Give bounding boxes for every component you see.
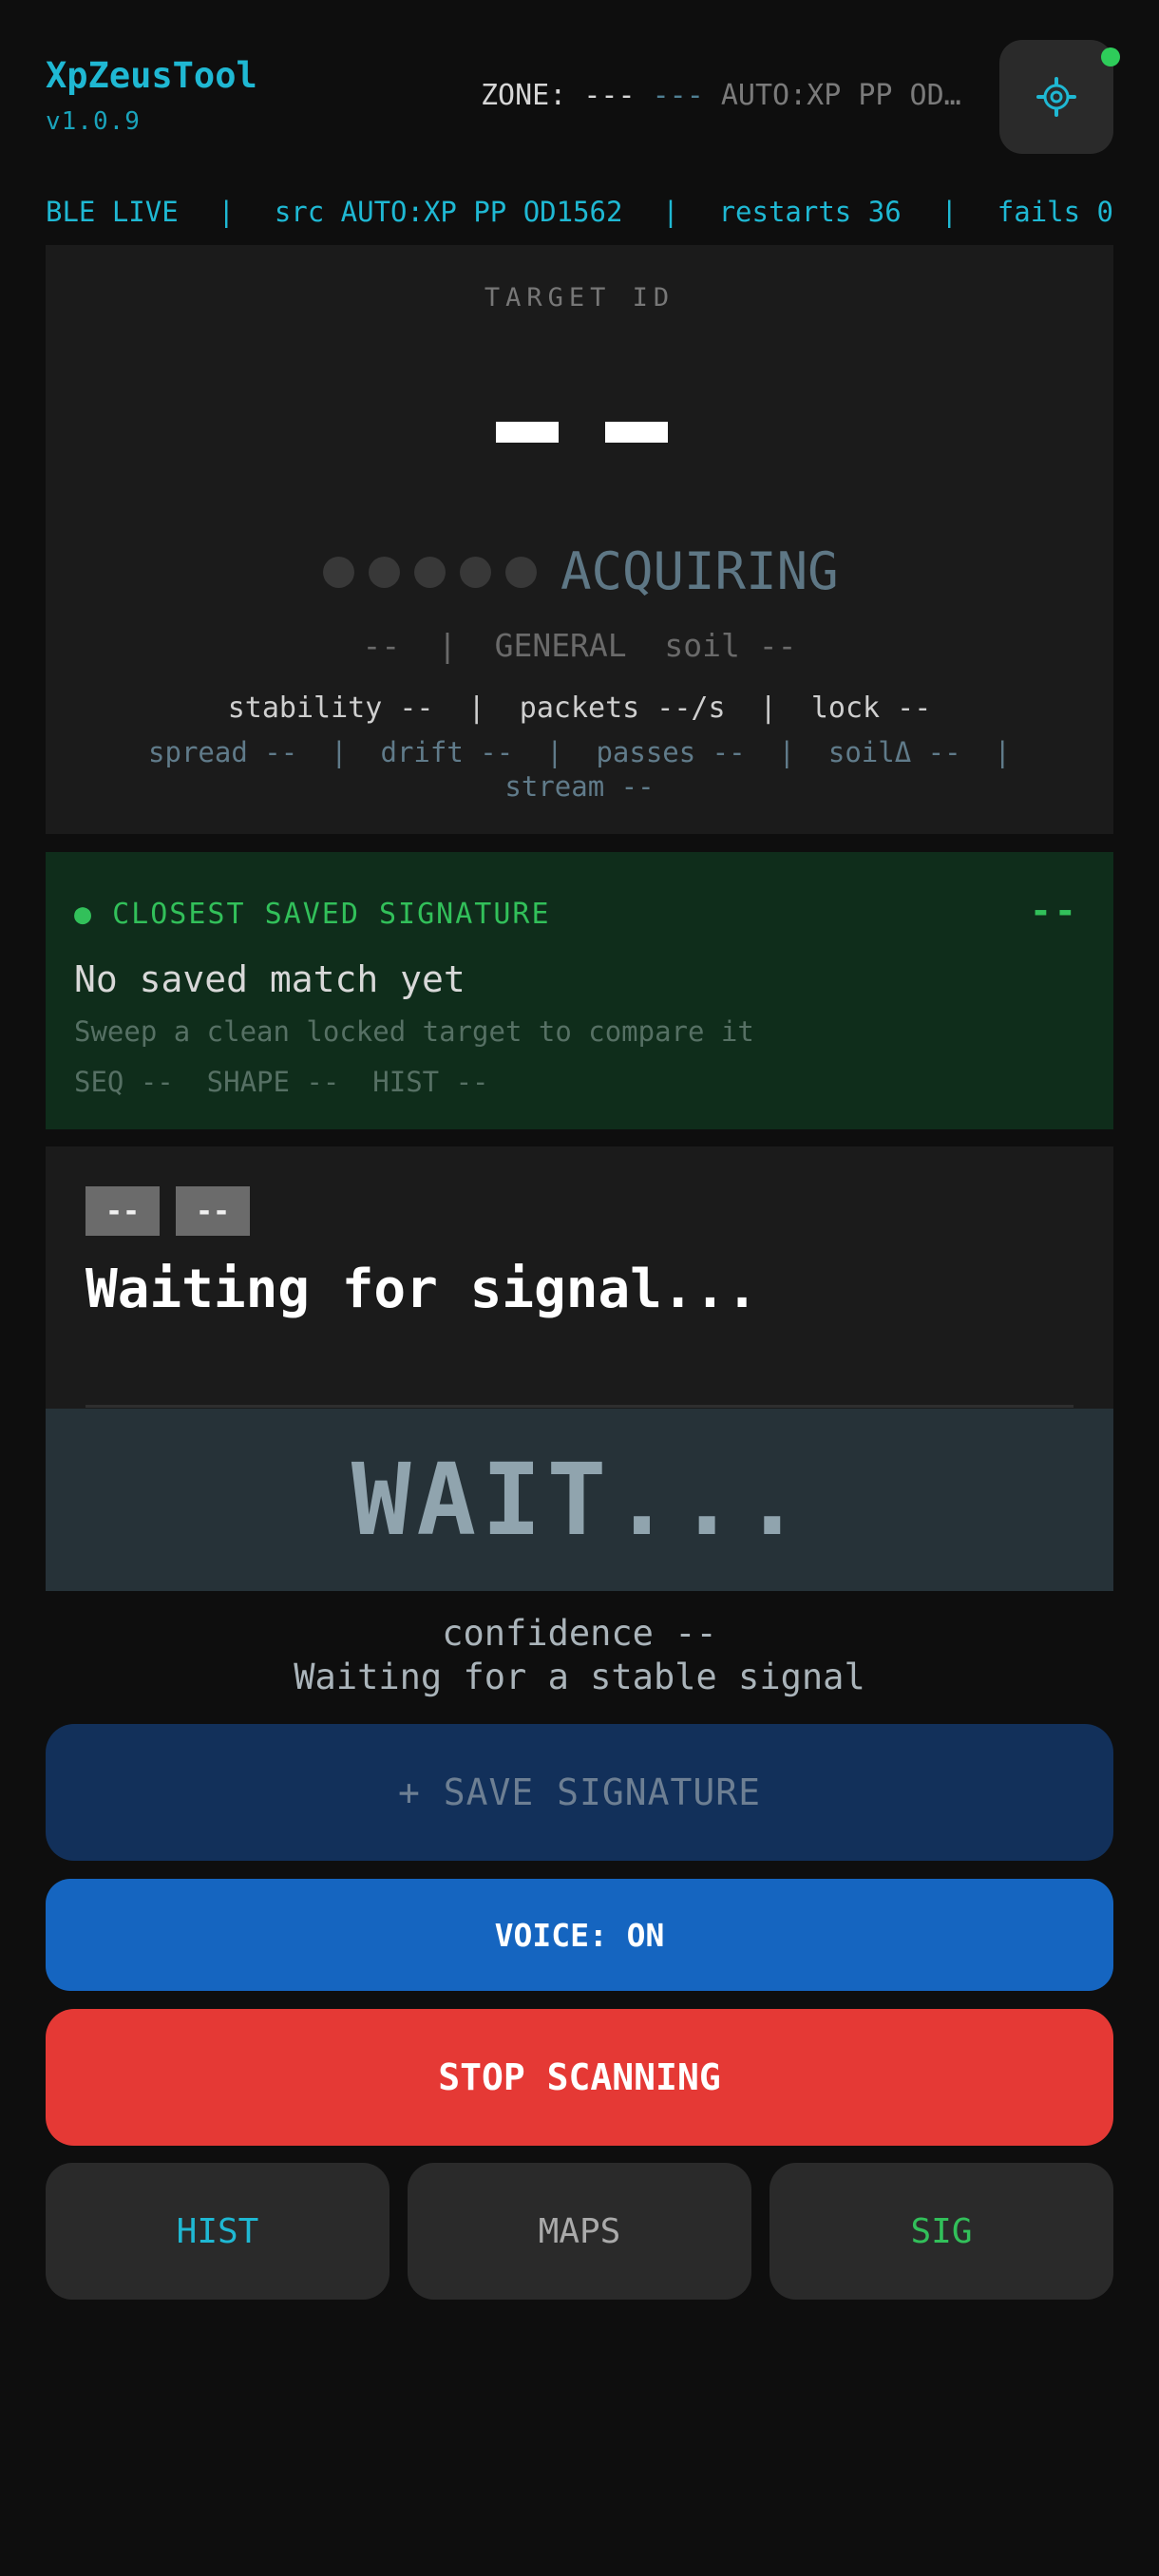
signature-score: -- — [1030, 890, 1079, 932]
strength-dot — [369, 557, 400, 588]
verdict-text: WAIT... — [351, 1442, 808, 1558]
confidence-label: confidence -- — [442, 1613, 717, 1654]
signature-title: No saved match yet — [74, 958, 466, 1000]
target-id-card: TARGET ID ACQUIRING -- | GENERAL soil --… — [46, 245, 1113, 834]
signature-subtitle: Sweep a clean locked target to compare i… — [74, 1015, 754, 1048]
signal-chip: -- — [176, 1186, 250, 1236]
zone-source: AUTO:XP PP OD… — [720, 79, 961, 112]
closest-signature-card: ● CLOSEST SAVED SIGNATURE -- No saved ma… — [46, 852, 1113, 1129]
fails-label: fails 0 — [997, 196, 1113, 228]
source-label: src AUTO:XP PP OD1562 — [274, 196, 623, 228]
save-signature-button[interactable]: + SAVE SIGNATURE — [46, 1724, 1113, 1861]
signature-header: ● CLOSEST SAVED SIGNATURE — [74, 898, 551, 931]
zone-value: --- — [583, 79, 636, 112]
stats-line: stability -- | packets --/s | lock -- — [227, 691, 932, 725]
restarts-label: restarts 36 — [718, 196, 902, 228]
ble-live-label: BLE LIVE — [46, 196, 179, 228]
separator: | — [940, 196, 958, 228]
strength-dot — [414, 557, 446, 588]
target-id-placeholder — [605, 422, 668, 443]
strength-dot — [323, 557, 354, 588]
connection-status-dot — [1101, 47, 1120, 66]
separator: | — [662, 196, 679, 228]
confidence-subtitle: Waiting for a stable signal — [294, 1657, 865, 1697]
sig-button[interactable]: SIG — [770, 2163, 1113, 2300]
acquisition-status: ACQUIRING — [560, 541, 839, 601]
zone-label: ZONE: — [481, 79, 567, 112]
strength-dot — [460, 557, 491, 588]
signal-strength-dots — [323, 557, 537, 588]
maps-button[interactable]: MAPS — [408, 2163, 751, 2300]
target-id-label: TARGET ID — [484, 283, 675, 313]
metrics-line: spread -- | drift -- | passes -- | soilΔ… — [148, 736, 1011, 803]
signature-tags: SEQ -- SHAPE -- HIST -- — [74, 1066, 489, 1098]
separator: | — [218, 196, 235, 228]
settings-button[interactable] — [999, 40, 1113, 154]
hist-button[interactable]: HIST — [46, 2163, 390, 2300]
ble-status-strip: BLE LIVE | src AUTO:XP PP OD1562 | resta… — [46, 196, 1113, 228]
signal-title: Waiting for signal... — [86, 1259, 759, 1320]
stop-scanning-button[interactable]: STOP SCANNING — [46, 2009, 1113, 2146]
mode-line: -- | GENERAL soil -- — [362, 627, 797, 664]
app-title: XpZeusTool — [46, 55, 257, 96]
divider — [86, 1405, 1074, 1408]
app-version: v1.0.9 — [46, 107, 141, 136]
verdict-band: WAIT... — [46, 1409, 1113, 1591]
zone-indicator: ZONE: --- --- AUTO:XP PP OD… — [481, 79, 961, 112]
signal-chip: -- — [86, 1186, 160, 1236]
target-id-placeholder — [496, 422, 559, 443]
strength-dot — [505, 557, 537, 588]
signal-card: -- -- Waiting for signal... — [46, 1146, 1113, 1409]
voice-toggle-button[interactable]: VOICE: ON — [46, 1879, 1113, 1991]
gear-icon — [1036, 77, 1076, 117]
zone-dashes: --- — [652, 79, 704, 112]
